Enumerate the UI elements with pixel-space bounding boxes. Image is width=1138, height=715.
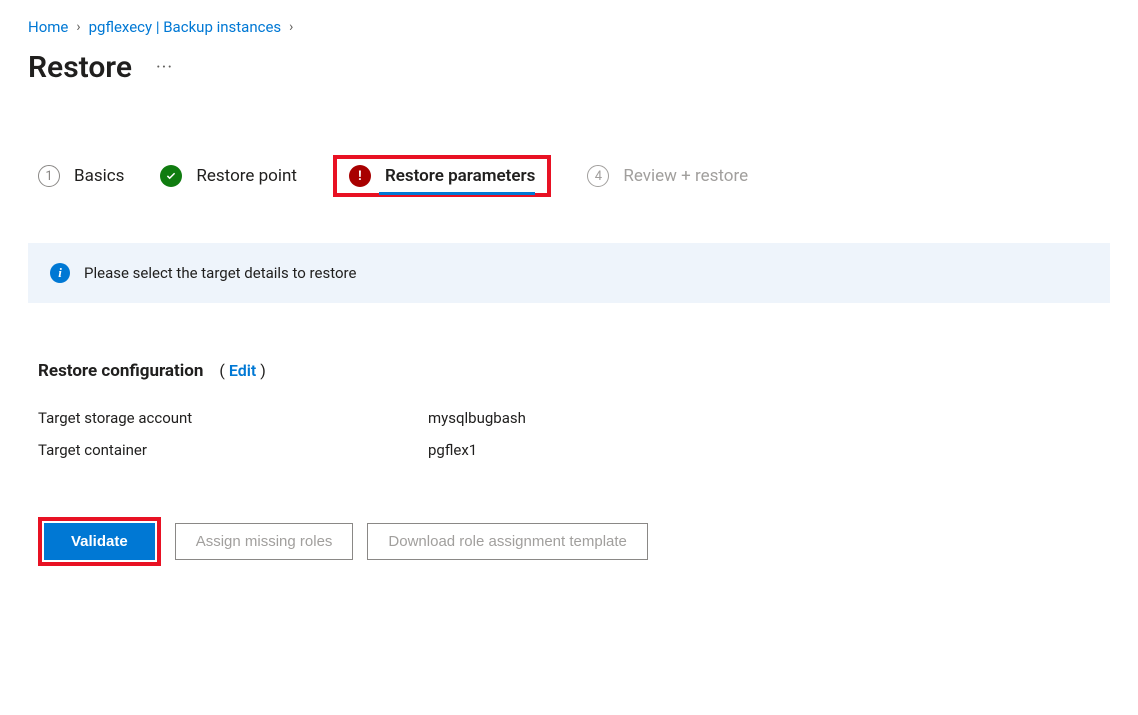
step-label: Review + restore xyxy=(623,166,748,186)
config-row-container: Target container pgflex1 xyxy=(38,441,1110,459)
footer-buttons: Validate Assign missing roles Download r… xyxy=(28,517,1110,566)
step-label: Basics xyxy=(74,166,124,186)
step-review-restore[interactable]: 4 Review + restore xyxy=(587,165,748,187)
step-restore-parameters[interactable]: ! Restore parameters xyxy=(333,155,551,197)
assign-missing-roles-button[interactable]: Assign missing roles xyxy=(175,523,354,560)
breadcrumb: Home › pgflexecy | Backup instances › xyxy=(28,18,1110,36)
step-label: Restore parameters xyxy=(385,166,535,186)
config-heading: Restore configuration xyxy=(38,361,203,381)
breadcrumb-backup-instances[interactable]: pgflexecy | Backup instances xyxy=(89,18,282,36)
config-value: mysqlbugbash xyxy=(428,409,526,427)
step-basics[interactable]: 1 Basics xyxy=(38,165,124,187)
config-key: Target container xyxy=(38,441,428,459)
chevron-right-icon: › xyxy=(76,19,80,35)
step-number-icon: 1 xyxy=(38,165,60,187)
banner-text: Please select the target details to rest… xyxy=(84,264,356,282)
chevron-right-icon: › xyxy=(289,19,293,35)
validate-button[interactable]: Validate xyxy=(44,523,155,560)
edit-link[interactable]: Edit xyxy=(229,361,256,380)
info-icon: i xyxy=(50,263,70,283)
edit-paren: ( Edit ) xyxy=(219,361,265,380)
breadcrumb-home[interactable]: Home xyxy=(28,18,68,36)
config-table: Target storage account mysqlbugbash Targ… xyxy=(38,409,1110,459)
wizard-tabs: 1 Basics Restore point ! Restore paramet… xyxy=(28,155,1110,197)
more-actions-icon[interactable]: ··· xyxy=(150,57,179,78)
download-role-template-button[interactable]: Download role assignment template xyxy=(367,523,647,560)
config-heading-row: Restore configuration ( Edit ) xyxy=(38,361,1110,381)
info-banner: i Please select the target details to re… xyxy=(28,243,1110,303)
config-value: pgflex1 xyxy=(428,441,477,459)
page-title-row: Restore ··· xyxy=(28,50,1110,85)
restore-configuration-section: Restore configuration ( Edit ) Target st… xyxy=(28,361,1110,459)
page-title: Restore xyxy=(28,50,132,85)
config-row-storage-account: Target storage account mysqlbugbash xyxy=(38,409,1110,427)
config-key: Target storage account xyxy=(38,409,428,427)
validate-highlight: Validate xyxy=(38,517,161,566)
step-restore-point[interactable]: Restore point xyxy=(160,165,297,187)
step-number-icon: 4 xyxy=(587,165,609,187)
check-circle-icon xyxy=(160,165,182,187)
step-label: Restore point xyxy=(196,166,297,186)
error-circle-icon: ! xyxy=(349,165,371,187)
